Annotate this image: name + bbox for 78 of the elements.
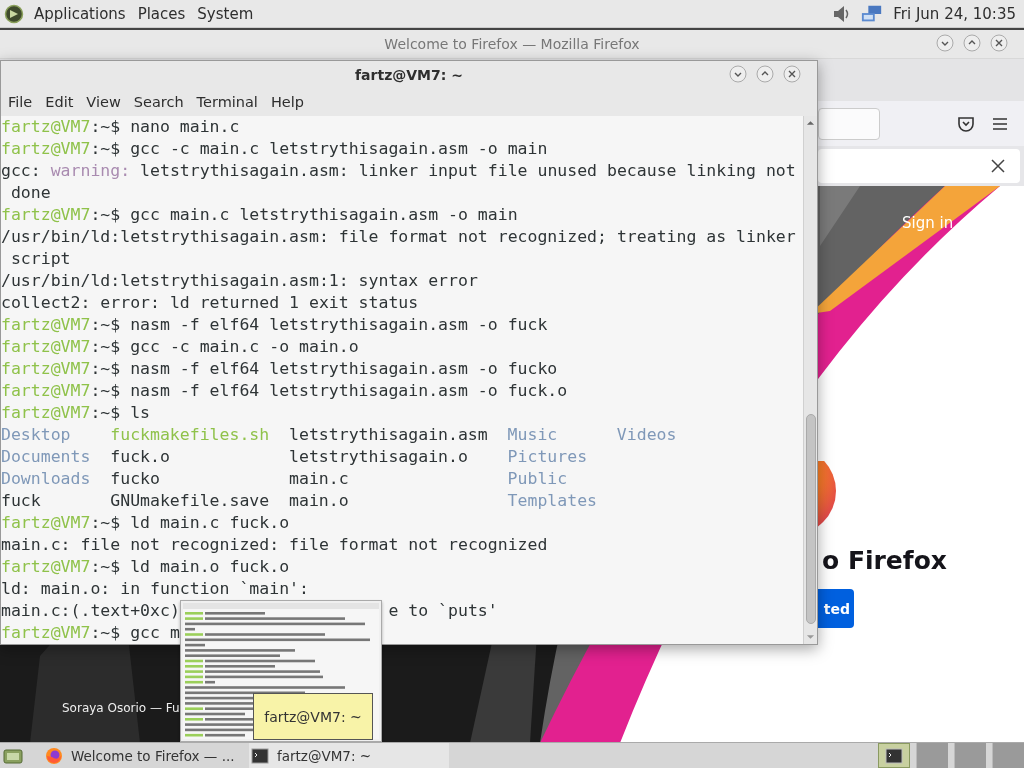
terminal-line: fartz@VM7:~$ ls bbox=[1, 402, 151, 424]
terminal-line: fartz@VM7:~$ gcc m bbox=[1, 622, 181, 644]
network-icon[interactable] bbox=[861, 3, 884, 24]
terminal-line: fartz@VM7:~$ gcc -c main.c -o main.o bbox=[1, 336, 360, 358]
terminal-line: gcc: warning: letstrythisagain.asm: linker input file unused because linking not bbox=[1, 160, 797, 182]
file-name: main.c bbox=[289, 468, 349, 490]
tooltip: fartz@VM7: ~ bbox=[253, 693, 373, 740]
file-name: Documents bbox=[1, 446, 91, 468]
show-desktop-icon[interactable] bbox=[3, 746, 23, 765]
address-field[interactable] bbox=[818, 107, 880, 140]
distro-logo-icon[interactable] bbox=[4, 3, 24, 24]
terminal-icon bbox=[251, 746, 269, 765]
file-name: Templates bbox=[507, 490, 597, 512]
get-started-button[interactable]: ted bbox=[818, 589, 854, 628]
window-title: fartz@VM7: ~ bbox=[355, 66, 463, 83]
file-name: GNUmakefile.save bbox=[110, 490, 270, 512]
workspace-switcher[interactable] bbox=[916, 743, 948, 768]
close-button[interactable] bbox=[783, 65, 801, 83]
workspace-switcher[interactable] bbox=[878, 743, 910, 768]
terminal-line: fartz@VM7:~$ ld main.c fuck.o bbox=[1, 512, 291, 534]
file-name: Pictures bbox=[507, 446, 588, 468]
close-icon[interactable] bbox=[990, 158, 1006, 174]
file-name: Music bbox=[507, 424, 558, 446]
file-name: fuck bbox=[1, 490, 41, 512]
clock[interactable]: Fri Jun 24, 10:35 bbox=[893, 4, 1016, 23]
maximize-button[interactable] bbox=[756, 65, 774, 83]
taskbar-button[interactable]: fartz@VM7: ~ bbox=[249, 743, 449, 768]
maximize-button[interactable] bbox=[963, 34, 981, 52]
menu-item[interactable]: Help bbox=[270, 94, 304, 110]
panel-menu[interactable]: Places bbox=[135, 4, 188, 23]
terminal-line: fartz@VM7:~$ gcc -c main.c letstrythisagain.asm -o main bbox=[1, 138, 549, 160]
panel-menu[interactable]: System bbox=[195, 4, 256, 23]
scroll-up-icon[interactable] bbox=[806, 119, 815, 127]
file-name: Desktop bbox=[1, 424, 71, 446]
file-name: Public bbox=[507, 468, 568, 490]
terminal-text: main.c:(.text+0xc) bbox=[1, 600, 180, 622]
terminal-line: main.c: file not recognized: file format not recognized bbox=[1, 534, 549, 556]
minimize-button[interactable] bbox=[729, 65, 747, 83]
file-name: fuck.o bbox=[110, 446, 170, 468]
terminal-line: collect2: error: ld returned 1 exit status bbox=[1, 292, 420, 314]
terminal-line: fartz@VM7:~$ nano main.c bbox=[1, 116, 241, 138]
terminal-line: /usr/bin/ld:letstrythisagain.asm:1: syntax error bbox=[1, 270, 479, 292]
scrollbar[interactable] bbox=[803, 116, 817, 644]
panel-menu[interactable]: Applications bbox=[32, 4, 128, 23]
terminal-line: fartz@VM7:~$ ld main.o fuck.o bbox=[1, 556, 291, 578]
workspace-switcher[interactable] bbox=[954, 743, 986, 768]
terminal-line: /usr/bin/ld:letstrythisagain.asm: file format not recognized; treating as linker bbox=[1, 226, 797, 248]
terminal-text: e to `puts' bbox=[388, 600, 498, 622]
close-button[interactable] bbox=[990, 34, 1008, 52]
menu-item[interactable]: Search bbox=[133, 94, 184, 110]
minimize-button[interactable] bbox=[936, 34, 954, 52]
taskbar-button[interactable]: Welcome to Firefox — ... bbox=[43, 743, 243, 768]
file-name: fuckmakefiles.sh bbox=[110, 424, 270, 446]
photo-credit: Soraya Osorio — Fu bbox=[62, 701, 180, 715]
scroll-down-icon[interactable] bbox=[806, 633, 815, 641]
terminal-line: ld: main.o: in function `main': bbox=[1, 578, 310, 600]
firefox-icon bbox=[45, 746, 63, 765]
scrollbar-thumb[interactable] bbox=[805, 414, 816, 624]
window-title: Welcome to Firefox — Mozilla Firefox bbox=[384, 36, 640, 52]
menu-item[interactable]: File bbox=[8, 94, 33, 110]
menu-item[interactable]: View bbox=[86, 94, 121, 110]
menu-item[interactable]: Terminal bbox=[196, 94, 258, 110]
welcome-heading: o Firefox bbox=[822, 546, 947, 575]
file-name: letstrythisagain.o bbox=[289, 446, 468, 468]
file-name: main.o bbox=[289, 490, 349, 512]
terminal-icon bbox=[885, 747, 903, 764]
file-name: fucko bbox=[110, 468, 160, 490]
terminal-line: fartz@VM7:~$ nasm -f elf64 letstrythisagain.asm -o fuck.o bbox=[1, 380, 569, 402]
file-name: letstrythisagain.asm bbox=[289, 424, 488, 446]
terminal-line: done bbox=[9, 182, 52, 204]
terminal-line: fartz@VM7:~$ gcc main.c letstrythisagain.asm -o main bbox=[1, 204, 519, 226]
terminal-line: script bbox=[9, 248, 72, 270]
terminal-line: fartz@VM7:~$ nasm -f elf64 letstrythisagain.asm -o fuck bbox=[1, 314, 549, 336]
file-name: Downloads bbox=[1, 468, 91, 490]
terminal-line: fartz@VM7:~$ nasm -f elf64 letstrythisagain.asm -o fucko bbox=[1, 358, 559, 380]
menu-item[interactable]: Edit bbox=[45, 94, 74, 110]
file-name: Videos bbox=[616, 424, 677, 446]
workspace-switcher[interactable] bbox=[992, 743, 1024, 768]
